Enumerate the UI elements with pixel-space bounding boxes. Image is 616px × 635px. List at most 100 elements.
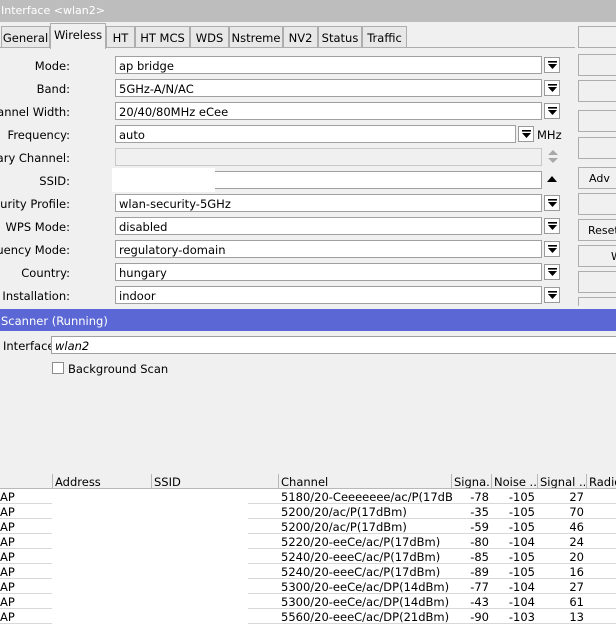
column-header-noise-floor[interactable]: Noise ... — [492, 474, 538, 489]
cell-noise-floor: -103 — [508, 610, 535, 624]
reset-button[interactable]: Reset — [578, 219, 616, 241]
mode-dropdown-button[interactable] — [544, 57, 560, 73]
column-header-flags[interactable] — [0, 474, 53, 489]
security-profile-dropdown-button[interactable] — [544, 195, 560, 211]
installation-label: Installation: — [2, 289, 70, 303]
tab-ht-mcs[interactable]: HT MCS — [135, 26, 190, 48]
tab-nv2[interactable]: NV2 — [283, 26, 318, 48]
ssid-collapse-button[interactable] — [546, 173, 560, 187]
ssid-label: SSID: — [39, 174, 70, 188]
column-header-signal-to-noise[interactable]: Signal ... — [538, 474, 587, 489]
column-header-channel[interactable]: Channel — [279, 474, 452, 489]
side-button-3[interactable] — [578, 80, 616, 102]
frequency-mode-dropdown-button[interactable] — [544, 241, 560, 257]
cell-signal-to-noise: 16 — [569, 565, 584, 579]
cell-signal-to-noise: 27 — [569, 490, 584, 504]
cell-signal-strength: -77 — [470, 580, 489, 594]
security-profile-row: Security Profile: wlan-security-5GHz — [0, 194, 575, 214]
country-select[interactable]: hungary — [115, 263, 542, 281]
advanced-mode-button[interactable]: Adv — [578, 167, 616, 189]
frequency-select[interactable]: auto — [115, 125, 516, 143]
cell-flags: AP — [0, 490, 15, 504]
frequency-dropdown-button[interactable] — [518, 126, 534, 142]
tab-bar: General Wireless HT HT MCS WDS Nstreme N… — [0, 22, 575, 49]
cell-noise-floor: -104 — [508, 580, 535, 594]
side-button-1[interactable] — [578, 26, 616, 48]
cell-noise-floor: -104 — [508, 535, 535, 549]
mode-select[interactable]: ap bridge — [115, 56, 542, 74]
w-button[interactable]: W — [578, 245, 616, 267]
security-profile-select[interactable]: wlan-security-5GHz — [115, 194, 542, 212]
side-button-7[interactable] — [578, 193, 616, 215]
channel-width-row: Channel Width: 20/40/80MHz eCee — [0, 102, 575, 122]
column-header-address[interactable]: Address — [53, 474, 152, 489]
frequency-mode-row: Frequency Mode: regulatory-domain — [0, 240, 575, 260]
cell-noise-floor: -105 — [508, 505, 535, 519]
band-select[interactable]: 5GHz-A/N/AC — [115, 79, 542, 97]
cell-flags: AP — [0, 535, 15, 549]
tab-wds[interactable]: WDS — [190, 26, 229, 48]
side-button-4[interactable] — [578, 110, 616, 132]
scanner-interface-select[interactable]: wlan2 — [51, 336, 616, 354]
country-row: Country: hungary — [0, 263, 575, 283]
tab-general[interactable]: General — [1, 26, 50, 48]
secondary-channel-field — [115, 148, 542, 166]
country-dropdown-button[interactable] — [544, 264, 560, 280]
cell-channel: 5300/20-eeCe/ac/DP(14dBm) — [281, 580, 450, 594]
address-ssid-redaction — [52, 489, 248, 635]
cell-signal-strength: -90 — [470, 610, 489, 624]
cell-noise-floor: -105 — [508, 550, 535, 564]
cell-flags: AP — [0, 580, 15, 594]
installation-select[interactable]: indoor — [115, 286, 542, 304]
background-scan-label: Background Scan — [68, 362, 169, 376]
dropdown-arrow-icon — [548, 291, 557, 299]
column-header-ssid[interactable]: SSID — [152, 474, 279, 489]
dropdown-arrow-icon — [548, 245, 557, 253]
wps-mode-dropdown-button[interactable] — [544, 218, 560, 234]
wps-mode-label: WPS Mode: — [5, 220, 70, 234]
dropdown-arrow-icon — [548, 107, 557, 115]
tab-status[interactable]: Status — [318, 26, 362, 48]
band-row: Band: 5GHz-A/N/AC — [0, 79, 575, 99]
channel-width-dropdown-button[interactable] — [544, 103, 560, 119]
channel-width-select[interactable]: 20/40/80MHz eCee — [115, 102, 542, 120]
column-header-signal-strength[interactable]: Signa... — [452, 474, 492, 489]
cell-channel: 5240/20-eeeC/ac/P(17dBm) — [281, 565, 441, 579]
frequency-row: Frequency: auto MHz — [0, 125, 575, 145]
dropdown-arrow-icon — [548, 199, 557, 207]
channel-width-label: Channel Width: — [0, 105, 70, 119]
cell-signal-to-noise: 61 — [569, 595, 584, 609]
wps-mode-select[interactable]: disabled — [115, 217, 542, 235]
dropdown-arrow-icon — [548, 61, 557, 69]
frequency-mode-select[interactable]: regulatory-domain — [115, 240, 542, 258]
cell-channel: 5220/20-eeCe/ac/P(17dBm) — [281, 535, 441, 549]
column-header-radio-name[interactable]: Radio — [587, 474, 616, 489]
side-button-5[interactable] — [578, 137, 616, 159]
up-down-arrows-icon — [548, 150, 558, 163]
tab-nstreme[interactable]: Nstreme — [229, 26, 283, 48]
side-button-10[interactable] — [578, 271, 616, 293]
background-scan-checkbox[interactable] — [52, 362, 64, 374]
installation-dropdown-button[interactable] — [544, 287, 560, 303]
frequency-unit: MHz — [537, 128, 562, 142]
band-dropdown-button[interactable] — [544, 80, 560, 96]
cell-flags: AP — [0, 550, 15, 564]
band-label: Band: — [36, 82, 70, 96]
cell-signal-strength: -80 — [470, 535, 489, 549]
side-button-11[interactable] — [578, 297, 616, 306]
cell-signal-to-noise: 70 — [569, 505, 584, 519]
dropdown-arrow-icon — [548, 222, 557, 230]
cell-signal-strength: -35 — [470, 505, 489, 519]
cell-channel: 5240/20-eeeC/ac/P(17dBm) — [281, 550, 441, 564]
cell-noise-floor: -105 — [508, 520, 535, 534]
country-label: Country: — [21, 266, 70, 280]
tab-ht[interactable]: HT — [106, 26, 135, 48]
interface-window: Interface <wlan2> General Wireless HT HT… — [0, 0, 616, 306]
tab-wireless[interactable]: Wireless — [50, 23, 106, 49]
cell-signal-strength: -85 — [470, 550, 489, 564]
cell-noise-floor: -105 — [508, 490, 535, 504]
tab-traffic[interactable]: Traffic — [362, 26, 407, 48]
cell-noise-floor: -105 — [508, 565, 535, 579]
ssid-redaction — [112, 168, 215, 192]
side-button-2[interactable] — [578, 54, 616, 76]
